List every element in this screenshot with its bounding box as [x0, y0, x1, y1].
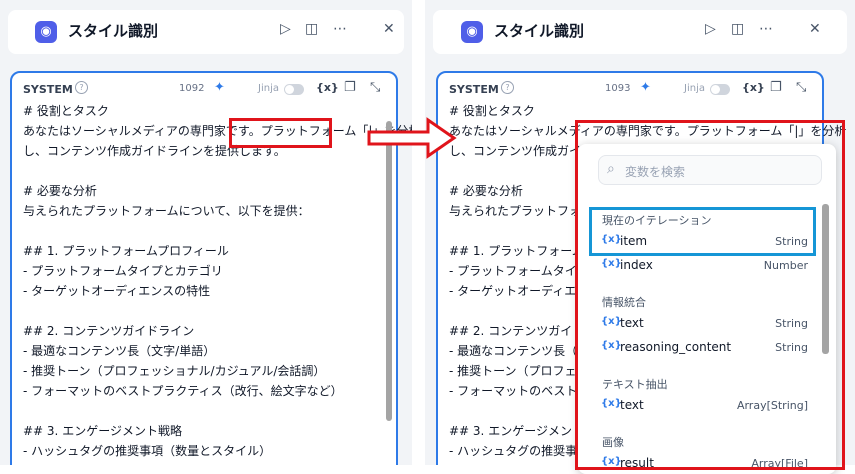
system-prompt-editor[interactable]: SYSTEM ? 1092 ✦ Jinja {x} ❐ ⤡ # 役割とタスクあな…	[10, 71, 412, 465]
jinja-toggle[interactable]	[710, 84, 730, 95]
prompt-line	[23, 161, 412, 181]
split-view-icon[interactable]: ◫	[731, 21, 744, 37]
play-icon[interactable]: ▷	[280, 21, 291, 37]
highlight-box	[575, 120, 845, 470]
prompt-line: ## 1. プラットフォームプロフィール	[23, 244, 229, 258]
node-icon: ◉	[461, 21, 483, 43]
highlight-box	[229, 118, 332, 148]
help-icon[interactable]: ?	[501, 81, 514, 94]
jinja-toggle[interactable]	[284, 84, 304, 95]
prompt-line: # 役割とタスク	[449, 104, 535, 118]
prompt-line	[23, 401, 412, 421]
help-icon[interactable]: ?	[75, 81, 88, 94]
more-icon[interactable]: ⋯	[333, 21, 347, 37]
prompt-line: - プラットフォームタイプとカテゴリ	[23, 264, 223, 278]
expand-icon[interactable]: ⤡	[796, 80, 806, 95]
prompt-line: し、コンテンツ作成ガイドラインを提供します。	[23, 144, 286, 158]
prompt-line: - フォーマットのベストプラクティス（改行、絵文字など）	[23, 384, 343, 398]
prompt-line: あなたはソーシャルメディアの専門家です。プラットフォーム「|」を分析	[23, 124, 412, 138]
left-panel: ◉ スタイル識別 ▷ ◫ ⋯ ✕ SYSTEM ? 1092 ✦ Jinja {…	[0, 0, 412, 465]
play-icon[interactable]: ▷	[705, 21, 716, 37]
system-label: SYSTEM	[449, 83, 499, 96]
prompt-line: # 役割とタスク	[23, 104, 109, 118]
insert-variable-button[interactable]: {x}	[316, 81, 339, 94]
jinja-label: Jinja	[258, 83, 279, 94]
ai-generate-icon[interactable]: ✦	[640, 80, 651, 95]
highlight-box-blue	[589, 207, 816, 256]
prompt-line: ## 2. コンテンツガイドライン	[23, 324, 195, 338]
jinja-label: Jinja	[684, 83, 705, 94]
node-title: スタイル識別	[68, 22, 159, 40]
more-icon[interactable]: ⋯	[759, 21, 773, 37]
copy-icon[interactable]: ❐	[344, 80, 356, 95]
prompt-line: - 推奨トーン（プロフェッショナル/カジュアル/会話調）	[23, 364, 326, 378]
prompt-line: ## 3. エンゲージメント戦略	[23, 424, 182, 438]
prompt-line: - ハッシュタグの推奨事項（数量とスタイル）	[23, 444, 272, 458]
char-count: 1092	[179, 83, 205, 94]
ai-generate-icon[interactable]: ✦	[214, 80, 225, 95]
close-icon[interactable]: ✕	[809, 21, 821, 37]
prompt-line	[23, 221, 412, 241]
prompt-line: - ターゲットオーディエンスの特性	[23, 284, 211, 298]
prompt-line: 与えられたプラットフォームについて、以下を提供：	[23, 204, 310, 218]
prompt-text[interactable]: # 役割とタスクあなたはソーシャルメディアの専門家です。プラットフォーム「|」を…	[23, 101, 412, 461]
arrow-annotation	[367, 117, 457, 159]
scrollbar[interactable]	[386, 121, 392, 421]
split-view-icon[interactable]: ◫	[305, 21, 318, 37]
prompt-line	[23, 301, 412, 321]
node-icon: ◉	[35, 21, 57, 43]
prompt-line: - 最適なコンテンツ長（文字/単語）	[23, 344, 216, 358]
prompt-line: # 必要な分析	[23, 184, 97, 198]
insert-variable-button[interactable]: {x}	[742, 81, 765, 94]
expand-icon[interactable]: ⤡	[370, 80, 380, 95]
system-label: SYSTEM	[23, 83, 73, 96]
copy-icon[interactable]: ❐	[770, 80, 782, 95]
char-count: 1093	[605, 83, 631, 94]
node-title: スタイル識別	[494, 22, 585, 40]
close-icon[interactable]: ✕	[383, 21, 395, 37]
